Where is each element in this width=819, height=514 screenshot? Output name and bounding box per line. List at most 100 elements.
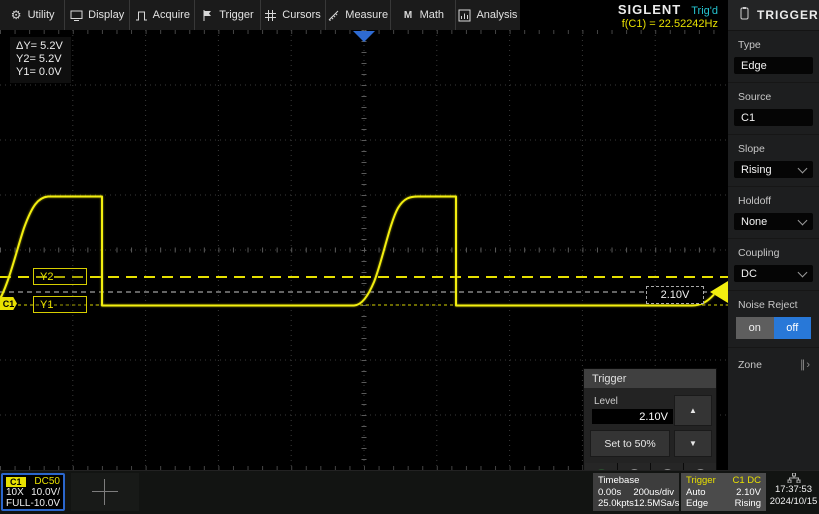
ruler-icon	[327, 9, 340, 22]
type-label: Type	[738, 39, 813, 51]
noise-reject-toggle: on off	[736, 317, 811, 339]
clock-time: 17:37:53	[768, 484, 819, 496]
zone-label: Zone	[738, 359, 762, 371]
expand-icon: ∥›	[800, 358, 811, 371]
plus-icon	[92, 479, 118, 505]
channel1-probe: 10X	[6, 487, 24, 498]
zone-row[interactable]: Zone ∥›	[728, 348, 819, 381]
trigger-dialog-title: Trigger	[584, 369, 716, 388]
timebase-descriptor[interactable]: Timebase 0.00s 200us/div 25.0kpts 12.5MS…	[593, 473, 679, 511]
menu-cursors[interactable]: Cursors	[261, 0, 326, 30]
noise-reject-label: Noise Reject	[738, 299, 813, 311]
network-icon	[768, 473, 819, 484]
chevron-down-icon	[798, 215, 808, 225]
trigger-slope: Rising	[735, 498, 761, 510]
channel1-offset-label: C1	[3, 299, 15, 309]
timebase-points: 25.0kpts	[598, 498, 634, 510]
chevron-down-icon	[798, 267, 808, 277]
menu-acquire[interactable]: Acquire	[130, 0, 195, 30]
pulse-icon	[135, 9, 148, 22]
clock-block: 17:37:53 2024/10/15	[768, 473, 819, 513]
trigger-position-marker-icon[interactable]	[353, 31, 375, 42]
level-up-button[interactable]: ▲	[674, 395, 712, 426]
section-source: Source C1	[728, 83, 819, 135]
trigger-mode: Auto	[686, 487, 706, 499]
section-type: Type Edge	[728, 31, 819, 83]
menu-utility[interactable]: ⚙ Utility	[0, 0, 65, 30]
slope-dropdown[interactable]: Rising	[734, 161, 813, 178]
coupling-label: Coupling	[738, 247, 813, 259]
y1-cursor-handle[interactable]: Y1	[33, 296, 87, 313]
crosshatch-icon	[264, 9, 277, 22]
source-label: Source	[738, 91, 813, 103]
slope-label: Slope	[738, 143, 813, 155]
cursor-y1-value: Y1= 0.0V	[16, 66, 63, 79]
cursor-delta-y: ΔY= 5.2V	[16, 40, 63, 53]
trigger-level-tag-value: 2.10V	[661, 289, 690, 301]
menu-label: Analysis	[476, 9, 517, 21]
noise-off-button[interactable]: off	[774, 317, 812, 339]
trigger-level-arrow-icon[interactable]	[710, 281, 728, 303]
timebase-delay: 0.00s	[598, 487, 621, 499]
clipboard-icon	[740, 7, 749, 23]
trigger-title: Trigger	[686, 475, 716, 487]
trigger-type: Edge	[686, 498, 708, 510]
frequency-readout: f(C1) = 22.52242Hz	[568, 18, 718, 30]
cursor-y2-value: Y2= 5.2V	[16, 53, 63, 66]
menu-display[interactable]: Display	[65, 0, 130, 30]
down-arrow-icon: ▼	[689, 439, 697, 448]
trigger-level: 2.10V	[736, 487, 761, 499]
slope-value: Rising	[741, 164, 772, 176]
flag-icon	[201, 9, 214, 22]
waveform-display: ΔY= 5.2V Y2= 5.2V Y1= 0.0V Y2 Y1 C1 2.10…	[0, 30, 728, 470]
level-down-button[interactable]: ▼	[674, 430, 712, 457]
type-value-box[interactable]: Edge	[734, 57, 813, 74]
menu-trigger[interactable]: Trigger	[195, 0, 260, 30]
section-holdoff: Holdoff None	[728, 187, 819, 239]
menu-measure[interactable]: Measure	[326, 0, 391, 30]
holdoff-label: Holdoff	[738, 195, 813, 207]
y2-cursor-handle[interactable]: Y2	[33, 268, 87, 285]
channel1-descriptor[interactable]: C1 DC50 10X 10.0V/ FULL -10.0V	[1, 473, 65, 511]
channel1-coupling: DC50	[34, 476, 60, 487]
section-noise-reject: Noise Reject on off	[728, 291, 819, 348]
noise-on-button[interactable]: on	[736, 317, 774, 339]
menu-label: Cursors	[282, 9, 321, 21]
menu-analysis[interactable]: Analysis	[456, 0, 520, 30]
timebase-rate: 12.5MSa/s	[634, 498, 679, 510]
menu-label: Display	[88, 9, 124, 21]
clock-date: 2024/10/15	[768, 496, 819, 508]
channel1-scale: 10.0V/	[31, 487, 60, 498]
section-coupling: Coupling DC	[728, 239, 819, 291]
set-to-50-button[interactable]: Set to 50%	[590, 430, 670, 457]
coupling-value: DC	[741, 268, 757, 280]
holdoff-value: None	[741, 216, 767, 228]
trigger-descriptor[interactable]: Trigger C1 DC Auto 2.10V Edge Rising	[681, 473, 766, 511]
trigger-level-tag: 2.10V	[646, 286, 704, 304]
coupling-dropdown[interactable]: DC	[734, 265, 813, 282]
cursor-readout: ΔY= 5.2V Y2= 5.2V Y1= 0.0V	[10, 37, 71, 83]
gear-icon: ⚙	[10, 9, 23, 22]
level-value: 2.10V	[639, 411, 668, 423]
y1-cursor-label: Y1	[40, 299, 53, 311]
status-bar: C1 DC50 10X 10.0V/ FULL -10.0V Timebase …	[0, 470, 819, 514]
math-icon: M	[402, 9, 415, 22]
y2-cursor-label: Y2	[40, 271, 53, 283]
chevron-down-icon	[798, 163, 808, 173]
level-input[interactable]: 2.10V	[592, 409, 673, 424]
holdoff-dropdown[interactable]: None	[734, 213, 813, 230]
menu-label: Trigger	[219, 9, 253, 21]
source-value: C1	[741, 112, 755, 124]
level-label: Level	[594, 396, 618, 407]
menu-math[interactable]: M Math	[391, 0, 456, 30]
channel1-trace	[0, 197, 714, 307]
monitor-icon	[70, 9, 83, 22]
source-value-box[interactable]: C1	[734, 109, 813, 126]
channel1-bandwidth: FULL	[6, 498, 30, 509]
type-value: Edge	[741, 60, 767, 72]
top-menu-bar: ⚙ Utility Display Acquire Trigger	[0, 0, 819, 30]
add-channel-box[interactable]	[71, 473, 139, 511]
menu-label: Measure	[345, 9, 388, 21]
trigger-source: C1 DC	[732, 475, 761, 487]
section-slope: Slope Rising	[728, 135, 819, 187]
